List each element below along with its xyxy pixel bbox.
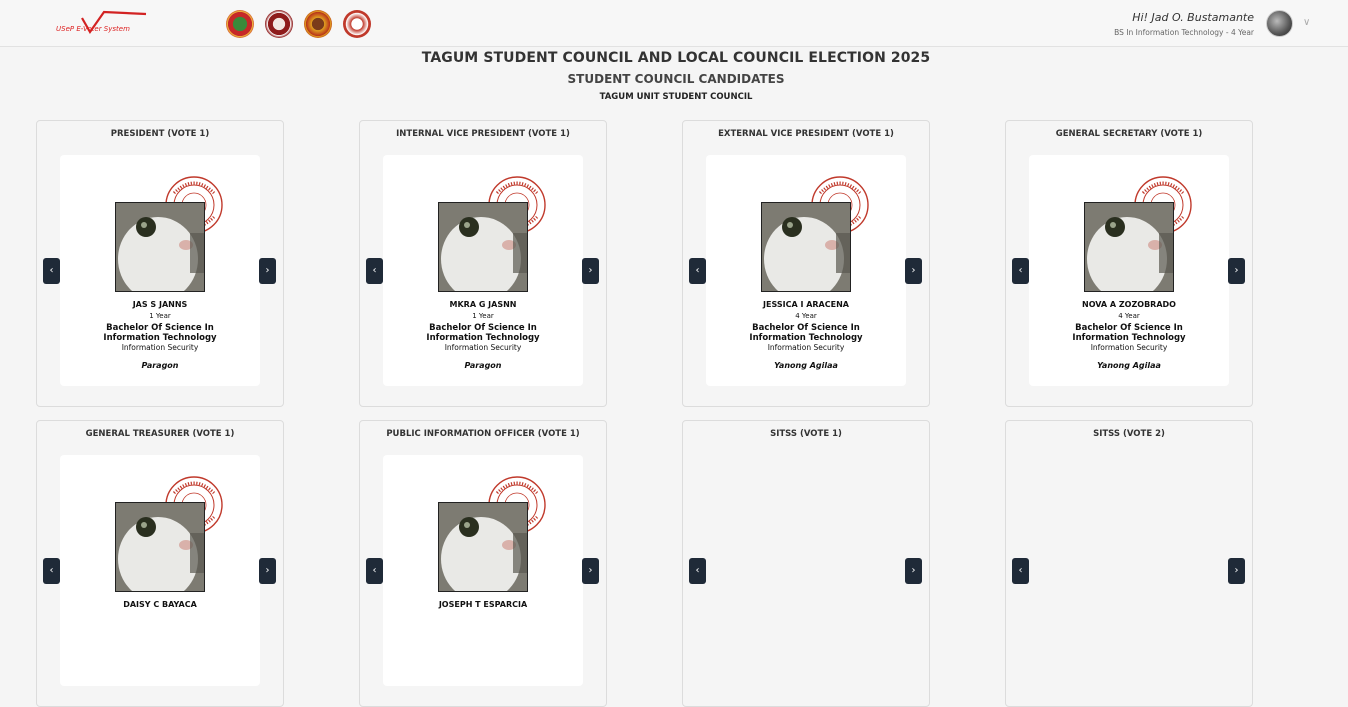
position-panel: GENERAL TREASURER (VOTE 1) DAISY C BAYAC…: [36, 420, 284, 707]
prev-candidate-button[interactable]: ‹: [689, 258, 706, 284]
cat-photo-icon: [762, 203, 850, 291]
candidate-card[interactable]: JESSICA I ARACENA 4 Year Bachelor Of Scien…: [706, 155, 906, 386]
next-candidate-button[interactable]: ›: [905, 258, 922, 284]
position-title: EXTERNAL VICE PRESIDENT (VOTE 1): [718, 129, 894, 139]
candidate-year: 1 Year: [472, 312, 494, 320]
user-info: Hi! Jad O. Bustamante BS In Information …: [1114, 11, 1254, 37]
candidate-program: Bachelor Of Science In Information Techn…: [426, 323, 540, 343]
council-seal-icon: [265, 10, 293, 38]
candidate-program: Bachelor Of Science In Information Techn…: [1072, 323, 1186, 343]
cat-photo-icon: [439, 203, 527, 291]
next-candidate-button[interactable]: ›: [582, 258, 599, 284]
prev-candidate-button[interactable]: ‹: [1012, 258, 1029, 284]
candidate-card[interactable]: JAS S JANNS 1 Year Bachelor Of Science In …: [60, 155, 260, 386]
candidate-major: Information Security: [1090, 343, 1168, 352]
position-title: PUBLIC INFORMATION OFFICER (VOTE 1): [386, 429, 580, 439]
position-title: INTERNAL VICE PRESIDENT (VOTE 1): [396, 129, 570, 139]
cat-photo-icon: [116, 203, 204, 291]
prev-candidate-button[interactable]: ‹: [366, 258, 383, 284]
candidate-card[interactable]: JOSEPH T ESPARCIA: [383, 455, 583, 686]
candidate-major: Information Security: [121, 343, 199, 352]
candidate-year: 4 Year: [1118, 312, 1140, 320]
candidate-program: Bachelor Of Science In Information Techn…: [103, 323, 217, 343]
prev-candidate-button[interactable]: ‹: [366, 558, 383, 584]
tagum-seal-icon: [304, 10, 332, 38]
next-candidate-button[interactable]: ›: [259, 558, 276, 584]
brand-logo[interactable]: USeP E-Voter System: [56, 10, 151, 38]
checkmark-logo-icon: [81, 10, 147, 35]
comelec-seal-icon: [343, 10, 371, 38]
next-candidate-button[interactable]: ›: [1228, 258, 1245, 284]
page-subtitle: STUDENT COUNCIL CANDIDATES: [567, 72, 785, 86]
candidate-card[interactable]: MKRA G JASNN 1 Year Bachelor Of Science In…: [383, 155, 583, 386]
candidate-photo: [438, 502, 528, 592]
brand-name: USeP E-Voter System: [56, 25, 130, 33]
next-candidate-button[interactable]: ›: [582, 558, 599, 584]
candidate-photo: [115, 202, 205, 292]
page-header: TAGUM STUDENT COUNCIL AND LOCAL COUNCIL …: [0, 50, 1348, 102]
candidate-program: Bachelor Of Science In Information Techn…: [749, 323, 863, 343]
user-program: BS In Information Technology - 4 Year: [1114, 28, 1254, 37]
chevron-down-icon[interactable]: ∨: [1303, 17, 1310, 28]
usep-seal-icon: [226, 10, 254, 38]
candidate-name: JAS S JANNS: [132, 300, 188, 309]
candidate-party: Paragon: [464, 361, 502, 370]
position-title: GENERAL TREASURER (VOTE 1): [85, 429, 235, 439]
position-panel: PUBLIC INFORMATION OFFICER (VOTE 1) JOSE…: [359, 420, 607, 707]
cat-photo-icon: [1085, 203, 1173, 291]
candidate-name: DAISY C BAYACA: [123, 600, 197, 609]
candidate-name: JOSEPH T ESPARCIA: [438, 600, 528, 609]
unit-title: TAGUM UNIT STUDENT COUNCIL: [599, 92, 753, 102]
position-panel: INTERNAL VICE PRESIDENT (VOTE 1) MKRA G …: [359, 120, 607, 407]
candidate-major: Information Security: [444, 343, 522, 352]
prev-candidate-button[interactable]: ‹: [1012, 558, 1029, 584]
position-panel: SITSS (VOTE 2) ‹ ›: [1005, 420, 1253, 707]
next-candidate-button[interactable]: ›: [905, 558, 922, 584]
candidate-card[interactable]: DAISY C BAYACA: [60, 455, 260, 686]
position-title: PRESIDENT (VOTE 1): [110, 129, 210, 139]
candidate-party: Yanong Agilaa: [774, 361, 838, 370]
avatar[interactable]: [1266, 10, 1293, 37]
position-title: GENERAL SECRETARY (VOTE 1): [1055, 129, 1203, 139]
candidate-photo: [1084, 202, 1174, 292]
candidate-name: NOVA A ZOZOBRADO: [1082, 300, 1176, 309]
candidate-card[interactable]: NOVA A ZOZOBRADO 4 Year Bachelor Of Scienc…: [1029, 155, 1229, 386]
candidate-name: JESSICA I ARACENA: [763, 300, 849, 309]
candidate-party: Paragon: [141, 361, 179, 370]
position-panel: PRESIDENT (VOTE 1) JAS S JANNS 1 Year Bach…: [36, 120, 284, 407]
position-title: SITSS (VOTE 2): [1093, 429, 1165, 439]
prev-candidate-button[interactable]: ‹: [43, 558, 60, 584]
candidate-year: 1 Year: [149, 312, 171, 320]
candidate-name: MKRA G JASNN: [449, 300, 517, 309]
position-panel: GENERAL SECRETARY (VOTE 1) NOVA A ZOZOBR…: [1005, 120, 1253, 407]
candidate-major: Information Security: [767, 343, 845, 352]
user-greeting: Hi! Jad O. Bustamante: [1132, 11, 1254, 24]
next-candidate-button[interactable]: ›: [259, 258, 276, 284]
cat-photo-icon: [116, 503, 204, 591]
position-panel: SITSS (VOTE 1) ‹ ›: [682, 420, 930, 707]
position-title: SITSS (VOTE 1): [770, 429, 842, 439]
top-bar: USeP E-Voter System Hi! Jad O. Bustamant…: [0, 0, 1348, 47]
position-panel: EXTERNAL VICE PRESIDENT (VOTE 1) JESSICA…: [682, 120, 930, 407]
page-title: TAGUM STUDENT COUNCIL AND LOCAL COUNCIL …: [421, 50, 931, 66]
candidate-photo: [115, 502, 205, 592]
next-candidate-button[interactable]: ›: [1228, 558, 1245, 584]
candidate-photo: [761, 202, 851, 292]
prev-candidate-button[interactable]: ‹: [689, 558, 706, 584]
prev-candidate-button[interactable]: ‹: [43, 258, 60, 284]
candidate-party: Yanong Agilaa: [1097, 361, 1161, 370]
cat-photo-icon: [439, 503, 527, 591]
candidate-year: 4 Year: [795, 312, 817, 320]
candidate-photo: [438, 202, 528, 292]
